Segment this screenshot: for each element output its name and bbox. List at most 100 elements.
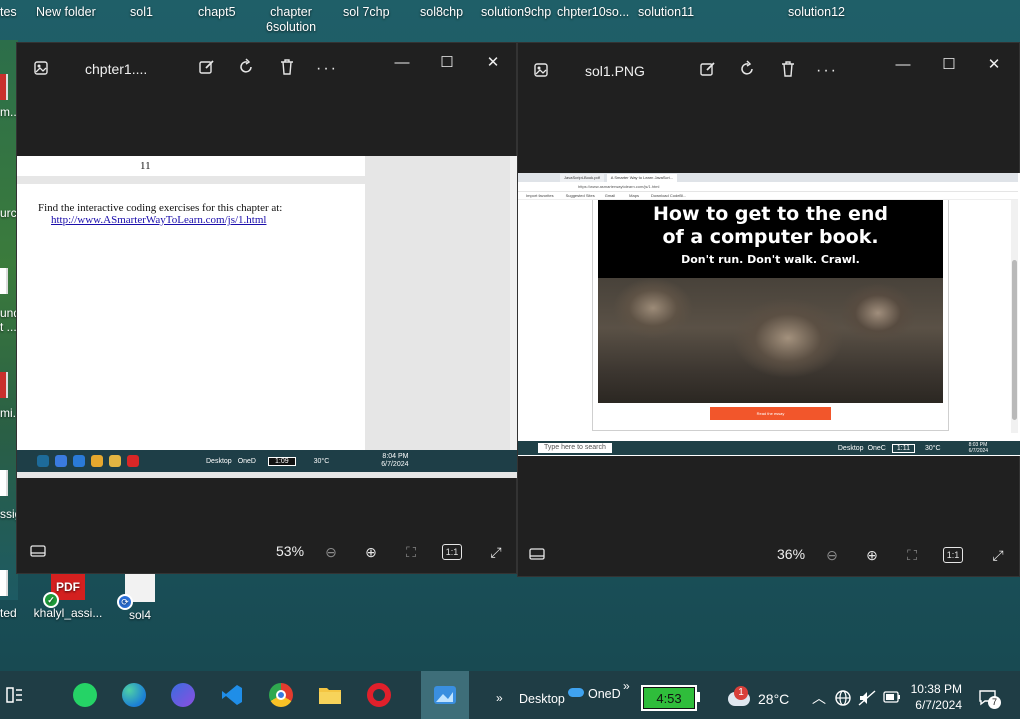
mini-search-box: Type here to search (538, 443, 612, 453)
minimize-icon[interactable]: — (387, 53, 417, 73)
mini-onedrive-label: OneC (867, 444, 886, 452)
desktop-icon-solution12[interactable]: solution12 (788, 5, 845, 20)
close-icon[interactable]: ✕ (979, 55, 1009, 75)
network-icon[interactable] (834, 689, 852, 712)
onedrive-label[interactable]: OneD (588, 687, 621, 701)
volume-muted-icon[interactable] (858, 689, 876, 712)
notifications-icon[interactable]: 7 (978, 689, 1001, 709)
edit-icon[interactable] (196, 58, 218, 80)
more-icon[interactable]: ··· (816, 60, 838, 82)
photos-window-left[interactable]: chpter1.... ··· — ☐ ✕ 11 Find the intera… (16, 42, 517, 574)
rotate-icon[interactable] (236, 58, 258, 80)
hero-subhead: Don't run. Don't walk. Crawl. (681, 253, 860, 266)
bottom-toolbar: 36% ⊖ ⊕ ⛶ 1:1 ⤢ (518, 534, 1019, 576)
canvas-scrollbar[interactable] (510, 156, 517, 450)
sync-pending-icon: ⟳ (117, 594, 133, 610)
hero-banner: How to get to the end of a computer book… (598, 200, 943, 403)
desktop-icon-chapter6solution[interactable]: chapter 6solution (266, 5, 316, 35)
delete-icon[interactable] (276, 58, 298, 80)
desktop-icon-sol4[interactable]: ⟳ sol4 (110, 574, 170, 622)
close-icon[interactable]: ✕ (478, 53, 508, 73)
zoom-out-icon[interactable]: ⊖ (821, 544, 843, 566)
favorite-item: Import favorites (526, 193, 554, 198)
browser-scrollbar (1011, 200, 1018, 433)
browser-address-bar: https://www.asmarterwaytolearn.com/js/1.… (518, 182, 1018, 192)
website-content: How to get to the end of a computer book… (518, 200, 1018, 433)
favorites-bar: Import favorites Suggested Sites Gmail M… (518, 192, 1018, 200)
desktop-icon-solution9chp[interactable]: solution9chp (481, 5, 551, 20)
battery-widget[interactable]: 4:53 (641, 685, 697, 711)
photos-app-icon (531, 60, 551, 80)
show-more-toolbars-icon[interactable]: » (496, 691, 503, 705)
photos-window-right[interactable]: sol1.PNG ··· — ☐ ✕ JavaScript-Book.pdf A… (517, 42, 1020, 577)
filmstrip-icon[interactable] (526, 544, 548, 566)
clock-date: 6/7/2024 (915, 698, 962, 712)
pdf-file-icon (0, 372, 8, 398)
zoom-out-icon[interactable]: ⊖ (320, 541, 342, 563)
mini-temp: 30°C (313, 457, 330, 465)
mud-crawl-photo (598, 278, 943, 403)
desktop-icon-side-6[interactable]: ted (0, 606, 17, 620)
title-bar[interactable]: chpter1.... ··· — ☐ ✕ (17, 43, 516, 93)
chrome-icon[interactable] (267, 681, 295, 709)
edge-icon[interactable] (120, 681, 148, 709)
more-icon[interactable]: ··· (316, 58, 338, 80)
exercise-link[interactable]: http://www.ASmarterWayToLearn.com/js/1.h… (51, 214, 266, 226)
fit-to-window-icon[interactable]: ⛶ (400, 541, 422, 563)
weather-icon[interactable]: 1 (728, 686, 750, 708)
desktop-icon-solution11[interactable]: solution11 (638, 5, 694, 20)
desktop-icon-chapt5[interactable]: chapt5 (198, 5, 236, 20)
desktop-icon-new-folder[interactable]: New folder (36, 5, 96, 20)
mini-desktop-label: Desktop (837, 444, 864, 452)
desktop-icon-khalyl[interactable]: PDF ✓ khalyl_assi... (32, 574, 104, 620)
file-explorer-icon[interactable] (316, 681, 344, 709)
mini-time: 8:04 PM (382, 453, 409, 460)
widgets-icon[interactable] (0, 681, 28, 709)
desktop-icon-side-3b[interactable]: t ... (0, 320, 17, 334)
browser-tab-active: A Smarter Way to Learn JavaScri... (606, 173, 678, 182)
maximize-icon[interactable]: ☐ (934, 55, 964, 75)
browser-tab-bar: JavaScript-Book.pdf A Smarter Way to Lea… (518, 173, 1018, 182)
whatsapp-icon[interactable] (71, 681, 99, 709)
vscode-icon[interactable] (218, 681, 246, 709)
actual-size-icon[interactable]: 1:1 (943, 547, 963, 563)
zoom-in-icon[interactable]: ⊕ (360, 541, 382, 563)
window-title: chpter1.... (85, 61, 148, 77)
rotate-icon[interactable] (737, 60, 759, 82)
desktop-icon-sol7chp[interactable]: sol 7chp (343, 5, 390, 20)
battery-status-icon[interactable] (883, 690, 901, 709)
full-screen-icon[interactable]: ⤢ (987, 544, 1009, 566)
image-canvas[interactable]: 11 Find the interactive coding exercises… (17, 156, 517, 478)
clock[interactable]: 10:38 PM 6/7/2024 (906, 682, 962, 712)
mini-date: 6/7/2024 (381, 461, 409, 468)
desktop-icon-sol1[interactable]: sol1 (130, 5, 153, 20)
filmstrip-icon[interactable] (27, 541, 49, 563)
copilot-icon (55, 455, 67, 467)
browser-url: https://www.asmarterwaytolearn.com/js/1.… (578, 184, 660, 189)
document-file-icon (0, 470, 8, 496)
temperature[interactable]: 28°C (758, 691, 789, 707)
fit-to-window-icon[interactable]: ⛶ (901, 544, 923, 566)
zoom-in-icon[interactable]: ⊕ (861, 544, 883, 566)
desktop-toolbar-label[interactable]: Desktop (519, 692, 565, 706)
opera-icon[interactable] (365, 681, 393, 709)
image-canvas[interactable]: JavaScript-Book.pdf A Smarter Way to Lea… (518, 173, 1020, 456)
delete-icon[interactable] (777, 60, 799, 82)
desktop-icon-tes[interactable]: tes (0, 5, 17, 20)
clock-time: 10:38 PM (910, 682, 962, 696)
title-bar[interactable]: sol1.PNG ··· — ☐ ✕ (518, 43, 1019, 93)
onedrive-icon (568, 688, 584, 697)
desktop-icon-sol8chp[interactable]: sol8chp (420, 5, 463, 20)
minimize-icon[interactable]: — (888, 55, 918, 75)
more-toolbars-icon[interactable]: » (623, 679, 630, 693)
desktop-icon-chpter10so[interactable]: chpter10so... (557, 5, 629, 20)
copilot-icon[interactable] (169, 681, 197, 709)
mini-battery: 1:09 (267, 456, 296, 466)
show-hidden-icons-icon[interactable]: ︿ (812, 688, 826, 708)
doc-paragraph: Find the interactive coding exercises fo… (38, 202, 283, 214)
actual-size-icon[interactable]: 1:1 (442, 544, 462, 560)
edit-icon[interactable] (697, 60, 719, 82)
photos-icon[interactable] (431, 681, 459, 709)
maximize-icon[interactable]: ☐ (432, 53, 462, 73)
full-screen-icon[interactable]: ⤢ (485, 541, 507, 563)
